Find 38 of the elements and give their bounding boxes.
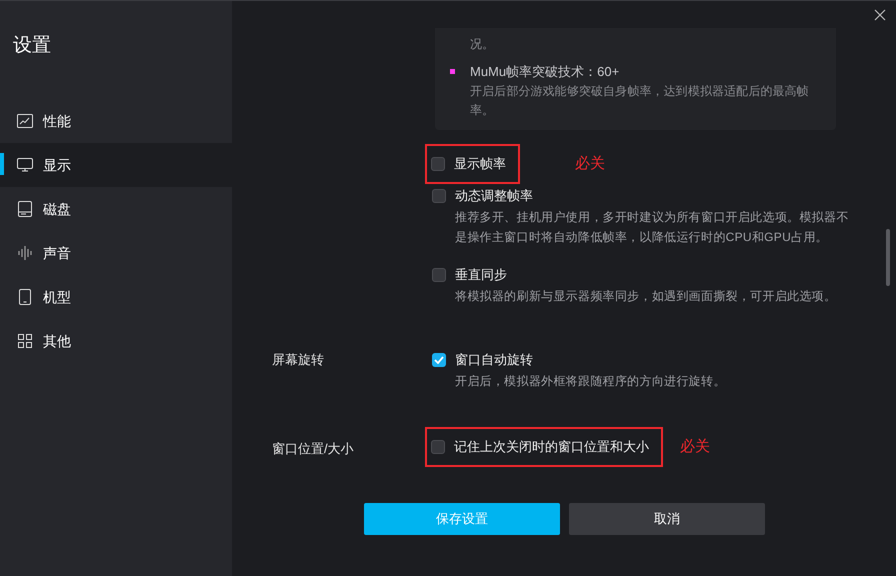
selection-indicator <box>0 153 4 175</box>
sidebar-item[interactable]: 机型 <box>0 275 232 319</box>
sidebar-item[interactable]: 磁盘 <box>0 187 232 231</box>
grid-icon <box>18 334 32 348</box>
sidebar-item[interactable]: 显示 <box>0 143 232 187</box>
sidebar-item[interactable]: 其他 <box>0 319 232 363</box>
drive-icon <box>18 201 32 217</box>
option-description: 开启后，模拟器外框将跟随程序的方向进行旋转。 <box>455 373 727 390</box>
close-icon <box>874 9 886 21</box>
section-label: 窗口位置/大小 <box>272 441 354 456</box>
option-label: 记住上次关闭时的窗口位置和大小 <box>454 438 649 456</box>
option-label: 动态调整帧率 <box>455 187 533 205</box>
option-description: 将模拟器的刷新与显示器频率同步，如遇到画面撕裂，可开启此选项。 <box>455 288 838 305</box>
checkbox[interactable] <box>432 353 446 367</box>
checkbox[interactable] <box>431 440 445 454</box>
option-description: 推荐多开、挂机用户使用，多开时建议为所有窗口开启此选项。模拟器不是操作主窗口时将自动降低帧率，以降低运行时的CPU和GPU占用。 <box>455 209 849 246</box>
option-label: 窗口自动旋转 <box>455 351 533 369</box>
checkbox[interactable] <box>432 268 446 282</box>
phone-icon <box>19 289 31 305</box>
monitor-icon <box>17 158 33 172</box>
info-title: MuMu帧率突破技术：60+ <box>470 63 620 81</box>
scrollbar[interactable] <box>886 229 890 286</box>
checkbox[interactable] <box>431 157 445 171</box>
chart-icon <box>17 114 33 128</box>
annotation-note: 必关 <box>575 154 605 174</box>
checkbox[interactable] <box>432 189 446 203</box>
info-text: 开启后部分游戏能够突破自身帧率，达到模拟器适配后的最高帧率。 <box>470 83 810 119</box>
annotation-note: 必关 <box>680 436 710 457</box>
sidebar-item[interactable]: 声音 <box>0 231 232 275</box>
close-button[interactable] <box>872 7 888 23</box>
option-label: 垂直同步 <box>455 266 507 284</box>
cancel-button[interactable]: 取消 <box>569 503 765 535</box>
option-label: 显示帧率 <box>454 155 506 173</box>
sound-wave-icon <box>18 246 32 260</box>
section-label: 屏幕旋转 <box>272 352 324 367</box>
info-text: 况。 <box>470 36 494 53</box>
sidebar-item[interactable]: 性能 <box>0 99 232 143</box>
window-title: 设置 <box>13 34 51 58</box>
